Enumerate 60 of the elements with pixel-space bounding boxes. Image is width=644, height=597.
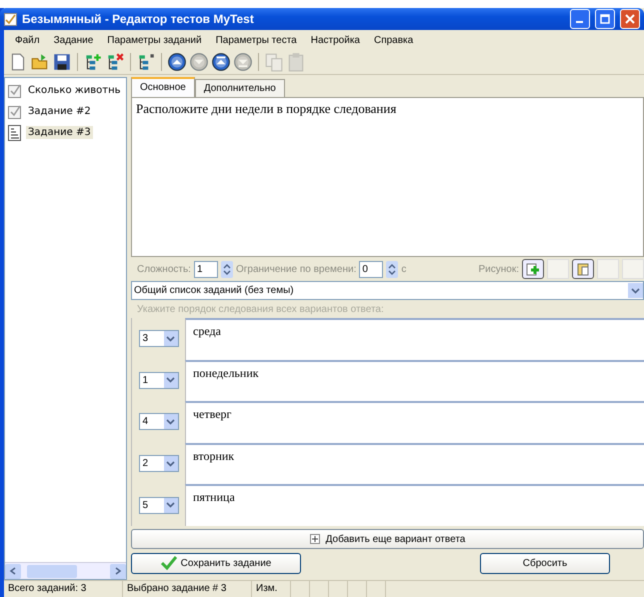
task-item[interactable]: Задание #2 <box>26 105 93 118</box>
tab[interactable]: Основное <box>131 77 195 97</box>
open-icon[interactable] <box>30 52 50 72</box>
answer-field[interactable]: понедельник <box>185 360 644 402</box>
checkmark-icon <box>160 556 177 570</box>
clipboard-icon <box>576 262 590 276</box>
minimize-button[interactable] <box>570 9 590 29</box>
maximize-icon <box>600 14 610 24</box>
answer-field[interactable]: пятница <box>185 484 644 526</box>
difficulty-label: Сложность: <box>137 264 191 274</box>
spin-button[interactable] <box>386 260 398 278</box>
order-dropdown[interactable]: 5 <box>138 496 178 514</box>
menu-item[interactable]: Параметры теста <box>208 34 304 46</box>
spin-button[interactable] <box>220 260 233 278</box>
difficulty-field[interactable]: 1 <box>194 260 218 278</box>
plus-icon <box>310 534 320 544</box>
reset-button[interactable]: Сбросить <box>480 552 610 574</box>
checkbox-task-icon <box>8 82 22 98</box>
app-icon <box>4 12 17 26</box>
top-icon[interactable] <box>211 52 231 72</box>
task-item[interactable]: Сколько животнь <box>26 84 123 97</box>
close-icon <box>625 14 635 24</box>
question-text[interactable]: Расположите дни недели в порядке следования <box>131 97 644 257</box>
menu-item[interactable]: Справка <box>366 34 420 46</box>
horizontal-scrollbar[interactable] <box>5 562 126 579</box>
close-button[interactable] <box>620 9 640 29</box>
order-dropdown[interactable]: 1 <box>138 372 178 389</box>
status-text: Изм. <box>252 581 291 597</box>
task-item[interactable]: Задание #3 <box>26 126 93 139</box>
status-text: Выбрано задание # 3 <box>123 581 252 597</box>
tab[interactable]: Дополнительно <box>194 79 285 97</box>
paste-picture-button[interactable] <box>572 259 594 279</box>
answer-field[interactable]: вторник <box>185 442 644 484</box>
order-dropdown[interactable]: 3 <box>138 330 178 348</box>
add-picture-button[interactable] <box>522 259 544 279</box>
status-text: Всего заданий: 3 <box>4 581 123 597</box>
picture-label: Рисунок: <box>478 264 519 274</box>
menu-item[interactable]: Настройка <box>304 34 367 46</box>
menu-item[interactable]: Параметры заданий <box>100 34 209 46</box>
save-task-button[interactable]: Сохранить задание <box>131 552 301 574</box>
order-dropdown[interactable]: 2 <box>138 455 178 472</box>
time-unit-label: с <box>401 264 406 274</box>
add-answer-button[interactable]: Добавить еще вариант ответа <box>131 529 644 549</box>
menu-item[interactable]: Задание <box>46 34 100 46</box>
checkbox-task-icon <box>8 104 22 120</box>
topic-dropdown[interactable]: Общий список заданий (без темы) <box>131 281 644 300</box>
answer-field[interactable]: четверг <box>185 401 644 443</box>
add-page-icon <box>526 262 540 276</box>
time-limit-field[interactable]: 0 <box>359 260 384 278</box>
order-dropdown[interactable]: 4 <box>138 413 178 430</box>
list-task-icon <box>8 124 22 140</box>
instruction-text: Укажите порядок следования всех вариантов ответа: <box>136 302 385 316</box>
maximize-button[interactable] <box>595 9 615 29</box>
time-limit-label: Ограничение по времени: <box>236 264 356 274</box>
minimize-icon <box>576 21 582 23</box>
window-title: Безымянный - Редактор тестов MyTest <box>22 12 255 26</box>
up-icon[interactable] <box>167 52 187 72</box>
save-icon[interactable] <box>52 52 72 72</box>
menu-item[interactable]: Файл <box>8 34 47 46</box>
answer-field[interactable]: среда <box>185 318 644 360</box>
